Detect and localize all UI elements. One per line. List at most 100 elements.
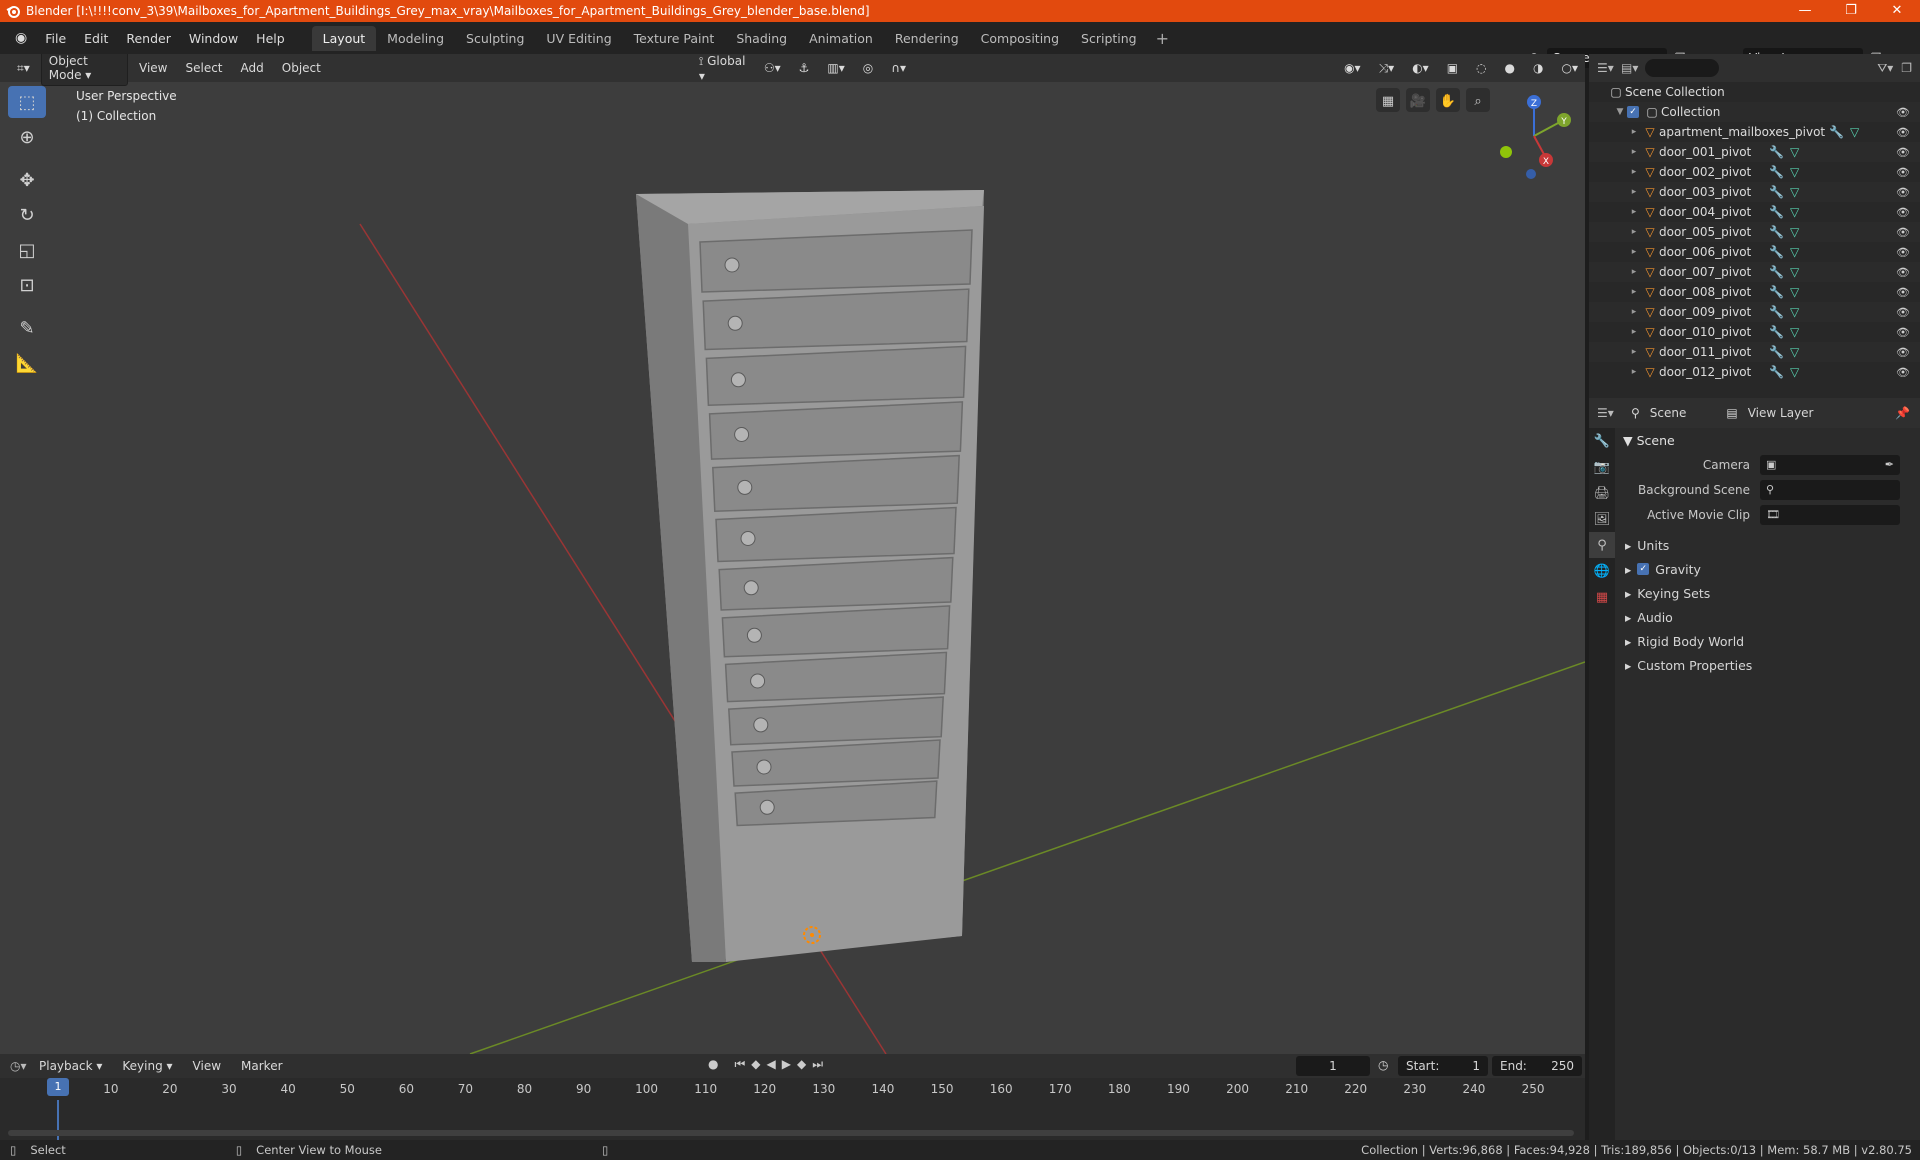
- pivot-icon[interactable]: ⚇▾: [757, 58, 788, 78]
- gravity-section[interactable]: ▸ ✓ Gravity: [1615, 557, 1920, 581]
- outliner-object-row[interactable]: ▸ ▽ door_002_pivot 🔧 ▽ 👁: [1589, 162, 1920, 182]
- pin-icon[interactable]: 📌: [1895, 406, 1910, 420]
- menu-file[interactable]: File: [36, 31, 75, 46]
- tab-shading[interactable]: Shading: [725, 26, 798, 51]
- modifier-wrench-icon[interactable]: 🔧: [1769, 285, 1784, 299]
- eye-icon[interactable]: 👁: [1896, 126, 1910, 139]
- mesh-data-icon[interactable]: ▽: [1790, 165, 1799, 179]
- tab-modeling[interactable]: Modeling: [376, 26, 455, 51]
- modifier-wrench-icon[interactable]: 🔧: [1769, 305, 1784, 319]
- outliner-search-input[interactable]: [1645, 59, 1720, 77]
- next-keyframe-icon[interactable]: ◆: [797, 1057, 806, 1072]
- render-tab-icon[interactable]: 📷: [1589, 454, 1615, 480]
- outliner-object-row[interactable]: ▸ ▽ door_003_pivot 🔧 ▽ 👁: [1589, 182, 1920, 202]
- menu-timeline-view[interactable]: View: [186, 1056, 228, 1076]
- timeline-track[interactable]: [0, 1100, 1585, 1140]
- audio-section[interactable]: ▸ Audio: [1615, 605, 1920, 629]
- world-tab-icon[interactable]: 🌐: [1589, 558, 1615, 584]
- outliner-object-row[interactable]: ▸ ▽ door_007_pivot 🔧 ▽ 👁: [1589, 262, 1920, 282]
- mode-dropdown[interactable]: Object Mode ▾: [40, 54, 128, 86]
- eye-icon[interactable]: 👁: [1896, 206, 1910, 219]
- eye-icon[interactable]: 👁: [1896, 246, 1910, 259]
- outliner-collection[interactable]: ▼ ✓ ▢ Collection 👁: [1589, 102, 1920, 122]
- collection-checkbox-icon[interactable]: ✓: [1627, 106, 1639, 118]
- mesh-data-icon[interactable]: ▽: [1790, 305, 1799, 319]
- eye-icon[interactable]: 👁: [1896, 266, 1910, 279]
- editor-type-icon[interactable]: ⌗▾: [10, 58, 37, 79]
- current-frame-indicator[interactable]: 1: [47, 1078, 69, 1096]
- outliner-object-row[interactable]: ▸ ▽ apartment_mailboxes_pivot 🔧 ▽ 👁: [1589, 122, 1920, 142]
- mesh-data-icon[interactable]: ▽: [1790, 225, 1799, 239]
- transform-orientation-dropdown[interactable]: ⟟ Global ▾: [692, 54, 753, 86]
- expand-icon[interactable]: ▸: [1627, 127, 1641, 137]
- menu-edit[interactable]: Edit: [75, 31, 117, 46]
- tab-sculpting[interactable]: Sculpting: [455, 26, 535, 51]
- play-icon[interactable]: ▶: [782, 1057, 791, 1072]
- modifier-wrench-icon[interactable]: 🔧: [1769, 165, 1784, 179]
- mesh-data-icon[interactable]: ▽: [1790, 245, 1799, 259]
- neg-z-axis-gizmo[interactable]: [1526, 169, 1536, 179]
- 3d-viewport[interactable]: ⌗▾ Object Mode ▾ View Select Add Object …: [0, 54, 1585, 1054]
- scene-props-icon[interactable]: ⚲: [1589, 532, 1615, 558]
- outliner-editor-icon[interactable]: ☰▾: [1597, 60, 1614, 76]
- transform-tool[interactable]: ⊡: [8, 269, 46, 301]
- eye-icon[interactable]: 👁: [1896, 366, 1910, 379]
- units-section[interactable]: ▸ Units: [1615, 533, 1920, 557]
- scale-tool[interactable]: ◱: [8, 234, 46, 266]
- tab-rendering[interactable]: Rendering: [884, 26, 970, 51]
- modifier-wrench-icon[interactable]: 🔧: [1769, 365, 1784, 379]
- scene-tab-icon[interactable]: ⚲: [1631, 406, 1640, 420]
- modifier-wrench-icon[interactable]: 🔧: [1769, 345, 1784, 359]
- mesh-data-icon[interactable]: ▽: [1790, 345, 1799, 359]
- tab-scripting[interactable]: Scripting: [1070, 26, 1148, 51]
- expand-icon[interactable]: ▸: [1627, 367, 1641, 377]
- expand-icon[interactable]: ▸: [1627, 187, 1641, 197]
- mesh-data-icon[interactable]: ▽: [1850, 125, 1859, 139]
- record-icon[interactable]: ●: [708, 1057, 718, 1072]
- outliner-object-row[interactable]: ▸ ▽ door_005_pivot 🔧 ▽ 👁: [1589, 222, 1920, 242]
- expand-icon[interactable]: ▸: [1627, 287, 1641, 297]
- modifier-wrench-icon[interactable]: 🔧: [1769, 265, 1784, 279]
- gravity-checkbox[interactable]: ✓: [1637, 563, 1650, 575]
- expand-icon[interactable]: ▸: [1627, 267, 1641, 277]
- eye-icon[interactable]: 👁: [1896, 146, 1910, 159]
- menu-marker[interactable]: Marker: [234, 1056, 289, 1076]
- modifier-wrench-icon[interactable]: 🔧: [1769, 185, 1784, 199]
- rigid-body-world-section[interactable]: ▸ Rigid Body World: [1615, 629, 1920, 653]
- tab-animation[interactable]: Animation: [798, 26, 884, 51]
- mesh-data-icon[interactable]: ▽: [1790, 365, 1799, 379]
- outliner-object-row[interactable]: ▸ ▽ door_001_pivot 🔧 ▽ 👁: [1589, 142, 1920, 162]
- prev-keyframe-icon[interactable]: ◆: [751, 1057, 760, 1072]
- expand-icon[interactable]: ▸: [1627, 247, 1641, 257]
- view-layer-tab-icon[interactable]: ▤: [1726, 406, 1737, 420]
- mesh-data-icon[interactable]: ▽: [1790, 185, 1799, 199]
- expand-icon[interactable]: ▸: [1627, 227, 1641, 237]
- restore-button[interactable]: ❐: [1828, 0, 1874, 22]
- select-box-tool[interactable]: ⬚: [8, 86, 46, 118]
- menu-help[interactable]: Help: [247, 31, 294, 46]
- falloff-icon[interactable]: ∩▾: [884, 58, 913, 78]
- stopwatch-icon[interactable]: ◷: [1378, 1058, 1388, 1072]
- eye-icon[interactable]: 👁: [1896, 346, 1910, 359]
- proportional-edit-icon[interactable]: ◎: [856, 58, 880, 78]
- properties-scene-label[interactable]: Scene: [1650, 406, 1687, 420]
- end-frame-field[interactable]: End: 250: [1492, 1056, 1582, 1076]
- eye-icon[interactable]: 👁: [1896, 106, 1910, 119]
- properties-editor-icon[interactable]: ☰▾: [1597, 405, 1614, 421]
- jump-start-icon[interactable]: ⏮: [734, 1057, 745, 1072]
- tab-uv-editing[interactable]: UV Editing: [535, 26, 622, 51]
- mailbox-cabinet-model[interactable]: [636, 190, 984, 962]
- modifier-wrench-icon[interactable]: 🔧: [1769, 325, 1784, 339]
- outliner-object-row[interactable]: ▸ ▽ door_011_pivot 🔧 ▽ 👁: [1589, 342, 1920, 362]
- scene-section-header[interactable]: ▼ Scene: [1615, 428, 1920, 452]
- mesh-data-icon[interactable]: ▽: [1790, 325, 1799, 339]
- menu-render[interactable]: Render: [117, 31, 180, 46]
- visibility-icon[interactable]: ◉▾: [1337, 58, 1368, 78]
- modifier-wrench-icon[interactable]: 🔧: [1769, 245, 1784, 259]
- jump-end-icon[interactable]: ⏭: [812, 1057, 823, 1072]
- modifier-wrench-icon[interactable]: 🔧: [1769, 205, 1784, 219]
- tab-layout[interactable]: Layout: [311, 25, 377, 51]
- outliner-scene-collection[interactable]: ▢ Scene Collection: [1589, 82, 1920, 102]
- cursor-tool[interactable]: ⊕: [8, 121, 46, 153]
- menu-select[interactable]: Select: [178, 58, 229, 78]
